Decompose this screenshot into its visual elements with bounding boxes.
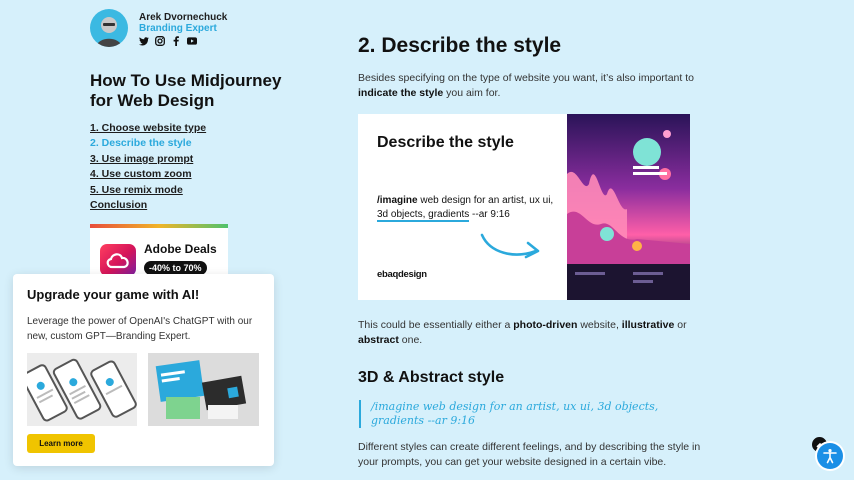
prompt-quote: /imagine web design for an artist, ux ui…: [359, 400, 671, 428]
author-avatar[interactable]: [90, 9, 128, 47]
image-title: Describe the style: [377, 134, 514, 151]
facebook-icon[interactable]: [171, 36, 181, 46]
toc-item-conclusion[interactable]: Conclusion: [90, 198, 206, 213]
adobe-deals-ad[interactable]: Adobe Deals -40% to 70%: [90, 224, 228, 278]
ad-discount-badge: -40% to 70%: [144, 261, 207, 275]
sidebar-article-title: How To Use Midjourney for Web Design: [90, 71, 282, 110]
describe-style-image: Describe the style /imagine web design f…: [358, 114, 690, 300]
table-of-contents: 1. Choose website type 2. Describe the s…: [90, 121, 206, 213]
instagram-icon[interactable]: [155, 36, 165, 46]
style-paragraph: This could be essentially either a photo…: [358, 319, 687, 346]
image-brand-logo: ebaqdesign: [377, 269, 427, 280]
promo-branding-image: [148, 353, 259, 426]
image-prompt-text: /imagine web design for an artist, ux ui…: [377, 195, 554, 222]
promo-phones-image: [27, 353, 137, 426]
creative-cloud-icon: [100, 244, 136, 276]
toc-item-custom-zoom[interactable]: 4. Use custom zoom: [90, 167, 206, 182]
accessibility-icon: [823, 449, 837, 464]
accessibility-button[interactable]: [817, 443, 843, 469]
youtube-icon[interactable]: [187, 36, 197, 46]
toc-item-describe-style[interactable]: 2. Describe the style: [90, 136, 206, 151]
twitter-icon[interactable]: [139, 36, 149, 46]
section-heading: 2. Describe the style: [358, 34, 562, 57]
toc-item-image-prompt[interactable]: 3. Use image prompt: [90, 152, 206, 167]
intro-paragraph: Besides specifying on the type of websit…: [358, 72, 694, 99]
promo-popup: Upgrade your game with AI! Leverage the …: [13, 274, 274, 466]
promo-title: Upgrade your game with AI!: [27, 287, 200, 302]
toc-item-website-type[interactable]: 1. Choose website type: [90, 121, 206, 136]
social-links: [139, 36, 197, 46]
arrow-icon: [480, 233, 540, 259]
abstract-website-mockup: [567, 114, 690, 300]
promo-text: Leverage the power of OpenAI's ChatGPT w…: [27, 316, 253, 342]
outro-paragraph: Different styles can create different fe…: [358, 441, 701, 468]
toc-item-remix-mode[interactable]: 5. Use remix mode: [90, 183, 206, 198]
learn-more-button[interactable]: Learn more: [27, 434, 95, 453]
author-name[interactable]: Arek Dvornechuck: [139, 12, 227, 23]
ad-title: Adobe Deals: [144, 242, 217, 256]
author-role: Branding Expert: [139, 23, 217, 34]
subsection-heading: 3D & Abstract style: [358, 369, 505, 386]
